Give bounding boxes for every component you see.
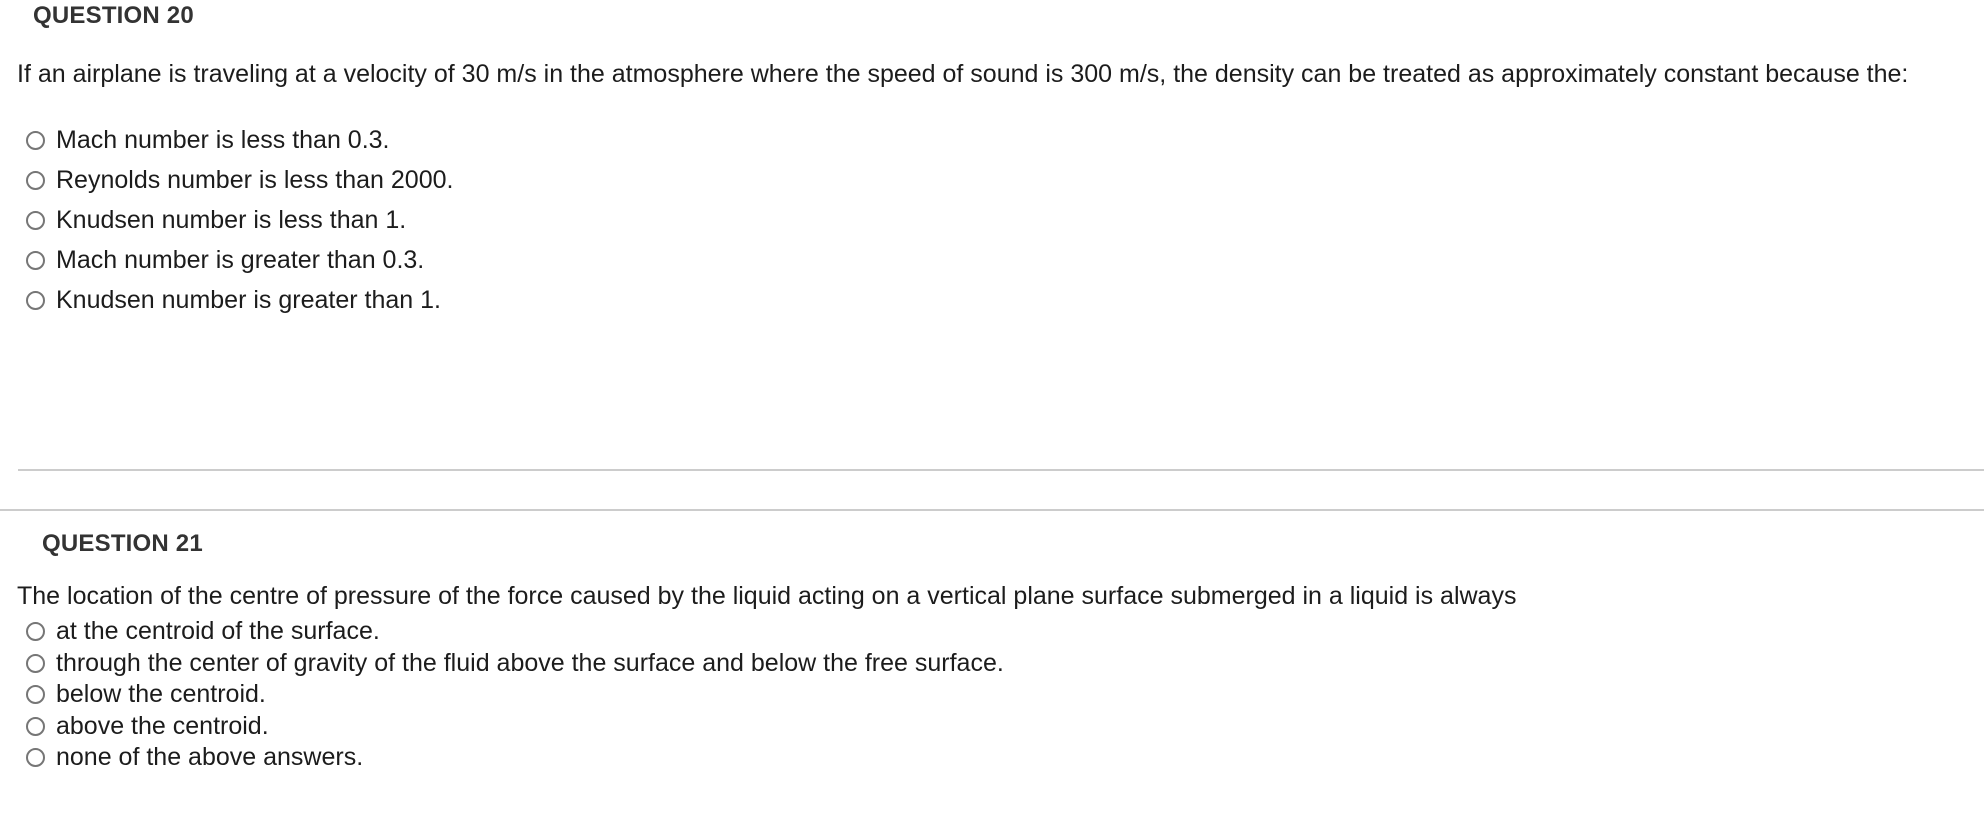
question-20-options: Mach number is less than 0.3. Reynolds n…	[26, 120, 453, 320]
option-row[interactable]: Mach number is greater than 0.3.	[26, 240, 453, 280]
option-row[interactable]: Mach number is less than 0.3.	[26, 120, 453, 160]
radio-button-icon[interactable]	[26, 130, 45, 150]
option-row[interactable]: Knudsen number is less than 1.	[26, 200, 453, 240]
radio-button-icon[interactable]	[26, 290, 45, 310]
option-row[interactable]: above the centroid.	[26, 711, 1004, 743]
option-label: Reynolds number is less than 2000.	[56, 165, 454, 194]
option-label: through the center of gravity of the flu…	[56, 648, 1004, 677]
option-label: above the centroid.	[56, 711, 269, 740]
radio-button-icon[interactable]	[26, 653, 45, 673]
radio-button-icon[interactable]	[26, 716, 45, 736]
radio-button-icon[interactable]	[26, 622, 45, 642]
radio-button-icon[interactable]	[26, 170, 45, 190]
question-21-heading: QUESTION 21	[42, 530, 203, 557]
option-label: Mach number is less than 0.3.	[56, 125, 390, 154]
option-label: none of the above answers.	[56, 743, 364, 772]
option-label: Knudsen number is less than 1.	[56, 205, 407, 234]
option-row[interactable]: Knudsen number is greater than 1.	[26, 280, 453, 320]
question-20-text: If an airplane is traveling at a velocit…	[17, 60, 1909, 88]
question-20-heading: QUESTION 20	[33, 2, 194, 29]
question-21-text: The location of the centre of pressure o…	[17, 582, 1517, 610]
question-21-options: at the centroid of the surface. through …	[26, 616, 1004, 774]
option-label: below the centroid.	[56, 680, 266, 709]
radio-button-icon[interactable]	[26, 210, 45, 230]
option-row[interactable]: Reynolds number is less than 2000.	[26, 160, 453, 200]
radio-button-icon[interactable]	[26, 250, 45, 270]
section-divider-full	[0, 509, 1984, 511]
option-label: at the centroid of the surface.	[56, 617, 380, 646]
option-row[interactable]: none of the above answers.	[26, 742, 1004, 774]
radio-button-icon[interactable]	[26, 748, 45, 768]
quiz-page: QUESTION 20 If an airplane is traveling …	[0, 0, 1984, 840]
option-row[interactable]: at the centroid of the surface.	[26, 616, 1004, 648]
option-row[interactable]: through the center of gravity of the flu…	[26, 648, 1004, 680]
option-label: Knudsen number is greater than 1.	[56, 285, 441, 314]
section-divider-inset	[18, 469, 1984, 471]
option-label: Mach number is greater than 0.3.	[56, 245, 425, 274]
radio-button-icon[interactable]	[26, 685, 45, 705]
option-row[interactable]: below the centroid.	[26, 679, 1004, 711]
